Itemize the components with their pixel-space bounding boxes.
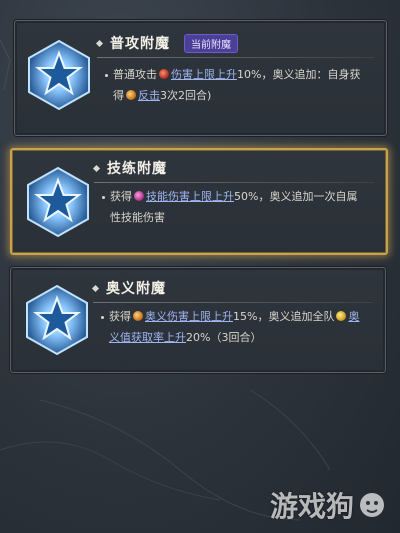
keyword-link[interactable]: 技能伤害上限上升 <box>146 190 234 203</box>
keyword-link[interactable]: 反击 <box>138 89 160 102</box>
star-emblem-icon <box>27 166 89 238</box>
site-watermark: 游戏狗 <box>270 485 386 525</box>
card-description: 普通攻击 伤害上限上升10%，奥义追加：自身获 得反击3次2回合) <box>105 64 374 106</box>
keyword-link[interactable]: 伤害上限上升 <box>171 68 237 81</box>
card-title: 普攻附魔 <box>110 36 170 52</box>
team-buff-icon <box>336 311 347 321</box>
divider <box>93 302 373 303</box>
skill-buff-icon <box>134 191 144 201</box>
enchant-card-normal-attack[interactable]: 普攻附魔 当前附魔 普通攻击 伤害上限上升10%，奥义追加：自身获 得反击3次2回… <box>14 20 387 136</box>
card-description: 获得 奥义伤害上限上升15%，奥义追加全队奥 义值获取率上升20%（3回合） <box>101 306 373 348</box>
keyword-link[interactable]: 奥义伤害上限上升 <box>145 310 233 323</box>
star-emblem-icon <box>28 39 90 111</box>
damage-buff-icon <box>159 69 169 79</box>
keyword-link[interactable]: 义值获取率上升 <box>109 331 186 344</box>
divider <box>94 182 374 183</box>
card-title: 奥义附魔 <box>106 281 166 297</box>
card-description: 获得 技能伤害上限上升50%，奥义追加一次自属 性技能伤害 <box>102 186 374 228</box>
divider <box>97 57 374 58</box>
title-diamond-icon <box>92 164 101 172</box>
card-title: 技练附魔 <box>107 161 167 177</box>
enchant-card-ultimate[interactable]: 奥义附魔 获得 奥义伤害上限上升15%，奥义追加全队奥 义值获取率上升20%（3回… <box>10 267 386 373</box>
enchant-card-skill[interactable]: 技练附魔 获得 技能伤害上限上升50%，奥义追加一次自属 性技能伤害 <box>10 148 388 255</box>
ultimate-buff-icon <box>133 311 143 321</box>
keyword-link[interactable]: 奥 <box>348 310 359 323</box>
dog-logo-icon <box>360 493 384 517</box>
title-diamond-icon <box>91 284 100 292</box>
counter-icon <box>126 90 136 100</box>
current-enchant-badge: 当前附魔 <box>184 33 238 53</box>
title-diamond-icon <box>95 39 104 47</box>
watermark-text: 游戏狗 <box>269 490 354 523</box>
star-emblem-icon <box>26 284 88 356</box>
